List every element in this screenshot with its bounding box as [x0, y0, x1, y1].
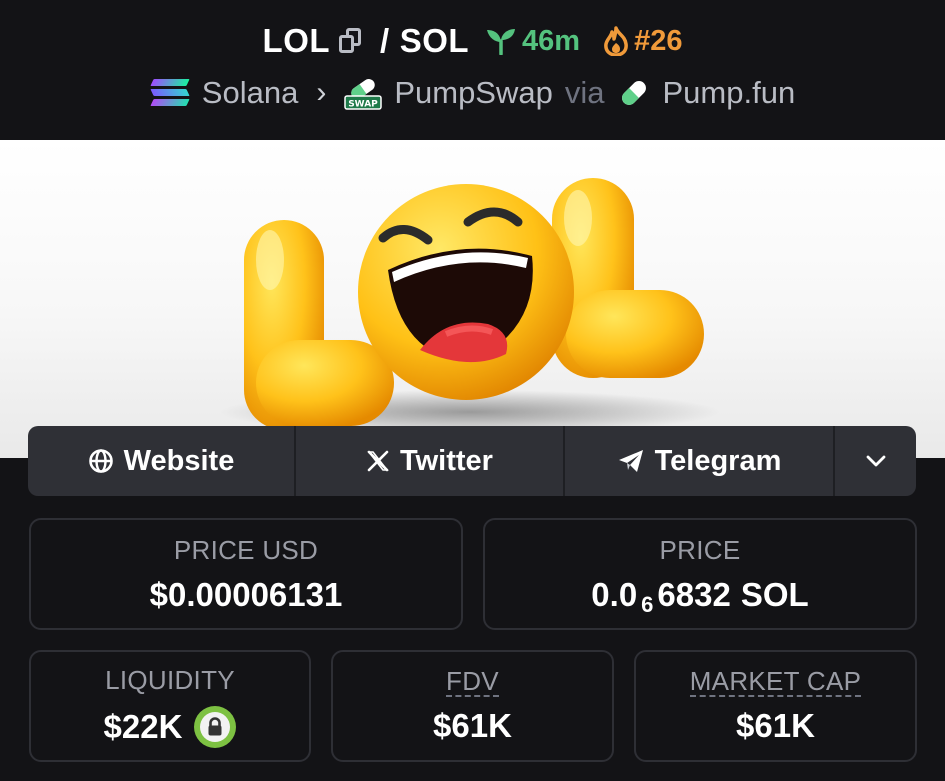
liquidity-value-row: $22K — [103, 705, 237, 748]
liquidity-card: LIQUIDITY $22K — [29, 650, 311, 762]
market-cap-card: MARKET CAP $61K — [634, 650, 917, 762]
trending-rank-text: #26 — [634, 24, 683, 57]
more-links-button[interactable] — [835, 426, 916, 496]
pumpfun-pill-icon — [621, 81, 646, 105]
telegram-icon — [618, 450, 643, 472]
price-native-label: PRICE — [659, 534, 741, 565]
pair-age-text: 46m — [522, 24, 581, 57]
dex-name[interactable]: PumpSwap — [394, 75, 553, 111]
price-native-card: PRICE 0.0 6 6832 SOL — [483, 518, 917, 630]
fdv-label[interactable]: FDV — [446, 667, 499, 697]
x-icon — [367, 450, 389, 472]
market-cap-value: $61K — [736, 707, 815, 744]
telegram-label: Telegram — [654, 444, 782, 477]
price-usd-value: $0.00006131 — [149, 575, 343, 613]
price-usd-label: PRICE USD — [173, 534, 319, 565]
solana-logo-icon — [150, 78, 190, 108]
price-native-unit: SOL — [740, 575, 809, 613]
liquidity-label: LIQUIDITY — [105, 664, 235, 695]
price-native-prefix: 0.0 — [591, 575, 638, 613]
price-usd-card: PRICE USD $0.00006131 — [29, 518, 463, 630]
quote-token-symbol: SOL — [399, 22, 470, 59]
globe-icon — [88, 449, 113, 473]
token-banner-image — [220, 178, 720, 434]
website-button[interactable]: Website — [28, 426, 296, 496]
pair-title-row: LOL / SOL 46m #26 — [0, 18, 945, 64]
chain-name[interactable]: Solana — [202, 75, 299, 111]
twitter-label: Twitter — [400, 444, 493, 477]
launchpad-name[interactable]: Pump.fun — [663, 75, 796, 111]
price-native-digits: 6832 — [657, 575, 731, 613]
swap-badge-text: SWAP — [349, 100, 379, 110]
base-token-symbol: LOL — [262, 22, 331, 59]
pair-header: LOL / SOL 46m #26 Solana › SWAP PumpSwap… — [0, 0, 945, 140]
lock-icon[interactable] — [194, 705, 237, 748]
twitter-button[interactable]: Twitter — [296, 426, 565, 496]
via-label: via — [564, 75, 605, 110]
telegram-button[interactable]: Telegram — [565, 426, 835, 496]
chain-breadcrumb: Solana › SWAP PumpSwap via Pump.fun — [0, 70, 945, 116]
pumpswap-logo-icon: SWAP — [344, 78, 383, 110]
fdv-card: FDV $61K — [331, 650, 614, 762]
chevron-right-icon: › — [316, 76, 327, 109]
pair-age-badge: 46m — [485, 25, 580, 58]
trending-rank-badge[interactable]: #26 — [602, 25, 682, 58]
price-native-zero-count: 6 — [641, 591, 654, 617]
chevron-down-icon — [866, 455, 885, 467]
price-native-value: 0.0 6 6832 SOL — [591, 575, 809, 617]
liquidity-value: $22K — [103, 707, 183, 745]
market-cap-label[interactable]: MARKET CAP — [689, 667, 862, 697]
social-links-bar: Website Twitter Telegram — [28, 426, 916, 496]
fdv-value: $61K — [433, 707, 512, 744]
copy-icon[interactable] — [338, 26, 364, 56]
token-banner — [0, 140, 945, 458]
seedling-icon — [487, 29, 516, 55]
flame-icon — [604, 26, 628, 56]
pair-separator: / — [380, 22, 390, 59]
website-label: Website — [123, 444, 235, 477]
